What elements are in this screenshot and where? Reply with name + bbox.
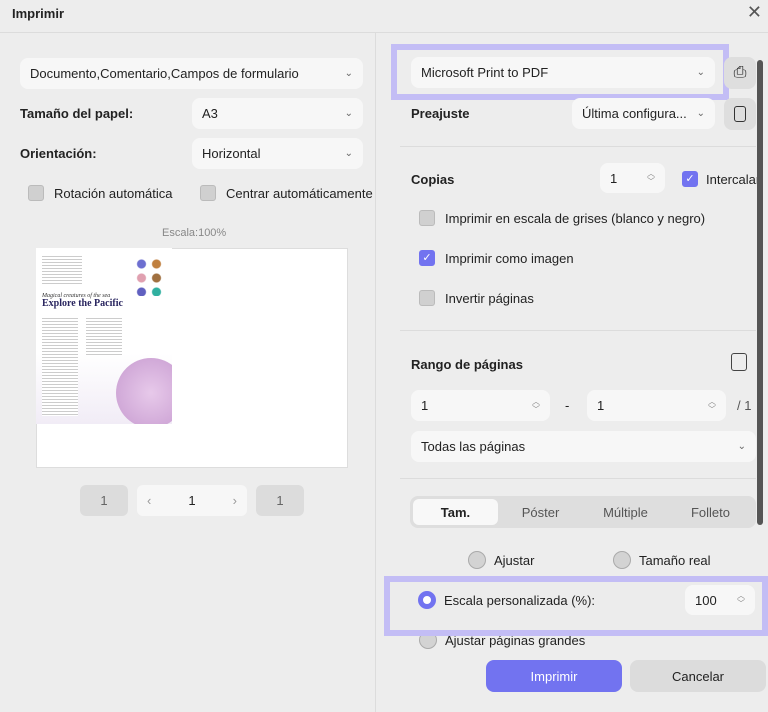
reverse-pages-checkbox[interactable]: Invertir páginas — [419, 290, 534, 306]
page-subset-select[interactable]: Todas las páginas ⌄ — [411, 431, 756, 462]
custom-scale-label: Escala personalizada (%): — [444, 592, 596, 608]
save-icon — [734, 106, 746, 122]
range-to-input[interactable]: 1 ︿ ﹀ — [587, 390, 726, 421]
fit-radio[interactable]: Ajustar — [468, 551, 534, 569]
checkbox-checked-icon: ✓ — [682, 171, 698, 187]
preview-title: Explore the Pacific — [42, 298, 123, 309]
print-as-image-checkbox[interactable]: ✓ Imprimir como imagen — [419, 250, 574, 266]
page-subset-value: Todas las páginas — [421, 439, 526, 454]
tab-booklet[interactable]: Folleto — [668, 499, 753, 525]
next-page-icon[interactable]: › — [233, 493, 237, 508]
sizing-tabs: Tam. Póster Múltiple Folleto — [410, 496, 756, 528]
paper-size-value: A3 — [202, 106, 218, 121]
range-separator: - — [565, 398, 570, 413]
auto-rotate-label: Rotación automática — [54, 185, 173, 201]
grayscale-label: Imprimir en escala de grises (blanco y n… — [445, 210, 706, 226]
preview-text — [42, 316, 78, 416]
save-preset-button[interactable] — [724, 98, 756, 130]
divider — [400, 478, 756, 479]
auto-center-checkbox[interactable]: Centrar automáticamente — [200, 185, 373, 201]
coral-images — [134, 256, 164, 296]
range-from-value: 1 — [421, 398, 429, 413]
orientation-label: Orientación: — [20, 146, 97, 161]
checkbox-icon — [419, 290, 435, 306]
scale-text: Escala:100% — [162, 227, 227, 239]
paper-size-label: Tamaño del papel: — [20, 106, 134, 121]
tab-size[interactable]: Tam. — [413, 499, 498, 525]
prev-page-icon[interactable]: ‹ — [147, 493, 151, 508]
divider — [400, 330, 756, 331]
page-range-label: Rango de páginas — [411, 357, 523, 372]
printer-properties-button[interactable]: ⎙ — [724, 57, 756, 89]
print-as-image-label: Imprimir como imagen — [445, 250, 574, 266]
grayscale-checkbox[interactable]: Imprimir en escala de grises (blanco y n… — [419, 210, 705, 226]
divider — [375, 33, 376, 712]
stepper-arrows-icon[interactable]: ︿ ﹀ — [737, 592, 745, 608]
checkbox-icon — [200, 185, 216, 201]
coral-image — [116, 358, 172, 424]
printer-select[interactable]: Microsoft Print to PDF ⌄ — [411, 57, 715, 88]
orientation-value: Horizontal — [202, 146, 261, 161]
actual-size-label: Tamaño real — [639, 552, 711, 568]
radio-selected-icon — [418, 591, 436, 609]
page-range-icon[interactable] — [731, 353, 747, 371]
orientation-select[interactable]: Horizontal ⌄ — [192, 138, 363, 169]
actual-size-radio[interactable]: Tamaño real — [613, 551, 711, 569]
collate-label: Intercalar — [706, 171, 761, 187]
fit-label: Ajustar — [494, 552, 535, 568]
collate-checkbox[interactable]: ✓ Intercalar — [682, 171, 760, 187]
preset-label: Preajuste — [411, 106, 470, 121]
chevron-down-icon: ⌄ — [696, 108, 705, 119]
preview-text — [86, 316, 122, 356]
current-page-input[interactable]: 1 — [188, 493, 195, 508]
copies-stepper[interactable]: 1 ︿ ﹀ — [600, 163, 665, 193]
printer-value: Microsoft Print to PDF — [421, 65, 549, 80]
scrollbar[interactable] — [757, 60, 763, 525]
paper-size-select[interactable]: A3 ⌄ — [192, 98, 363, 129]
chevron-down-icon: ⌄ — [344, 108, 353, 119]
cancel-button[interactable]: Cancelar — [630, 660, 766, 692]
tab-poster[interactable]: Póster — [498, 499, 583, 525]
close-icon[interactable]: ✕ — [747, 2, 762, 23]
divider — [0, 32, 768, 33]
tab-multiple[interactable]: Múltiple — [583, 499, 668, 525]
print-button[interactable]: Imprimir — [486, 660, 622, 692]
stepper-arrows-icon[interactable]: ︿ ﹀ — [532, 397, 540, 414]
last-page-button[interactable]: 1 — [256, 485, 304, 516]
copies-label: Copias — [411, 172, 455, 187]
range-to-value: 1 — [597, 398, 605, 413]
stepper-arrows-icon[interactable]: ︿ ﹀ — [708, 397, 716, 414]
chevron-down-icon: ⌄ — [344, 68, 353, 79]
radio-icon — [468, 551, 486, 569]
page-navigator: ‹ 1 › — [137, 485, 247, 516]
auto-rotate-checkbox[interactable]: Rotación automática — [28, 185, 173, 201]
range-from-input[interactable]: 1 ︿ ﹀ — [411, 390, 550, 421]
reverse-pages-label: Invertir páginas — [445, 290, 534, 306]
chevron-down-icon: ⌄ — [737, 441, 746, 452]
radio-icon — [613, 551, 631, 569]
copies-value: 1 — [610, 170, 618, 186]
preview-text — [42, 254, 82, 284]
dialog-title: Imprimir — [12, 6, 65, 21]
printer-icon: ⎙ — [733, 64, 747, 81]
checkbox-icon — [28, 185, 44, 201]
stepper-arrows-icon[interactable]: ︿ ﹀ — [647, 170, 655, 186]
preset-value: Última configura... — [582, 106, 687, 121]
checkbox-checked-icon: ✓ — [419, 250, 435, 266]
custom-scale-radio[interactable]: Escala personalizada (%): — [418, 591, 595, 609]
first-page-button[interactable]: 1 — [80, 485, 128, 516]
content-select[interactable]: Documento,Comentario,Campos de formulari… — [20, 58, 363, 89]
checkbox-icon — [419, 210, 435, 226]
chevron-down-icon: ⌄ — [696, 67, 705, 78]
custom-scale-value: 100 — [695, 592, 717, 608]
range-total: / 1 — [737, 398, 752, 413]
preview-page: Magical creatures of the sea Explore the… — [36, 248, 172, 424]
chevron-down-icon: ⌄ — [344, 148, 353, 159]
auto-center-label: Centrar automáticamente — [226, 185, 373, 201]
preset-select[interactable]: Última configura... ⌄ — [572, 98, 715, 129]
divider — [400, 146, 756, 147]
custom-scale-stepper[interactable]: 100 ︿ ﹀ — [685, 585, 755, 615]
content-value: Documento,Comentario,Campos de formulari… — [30, 66, 299, 81]
